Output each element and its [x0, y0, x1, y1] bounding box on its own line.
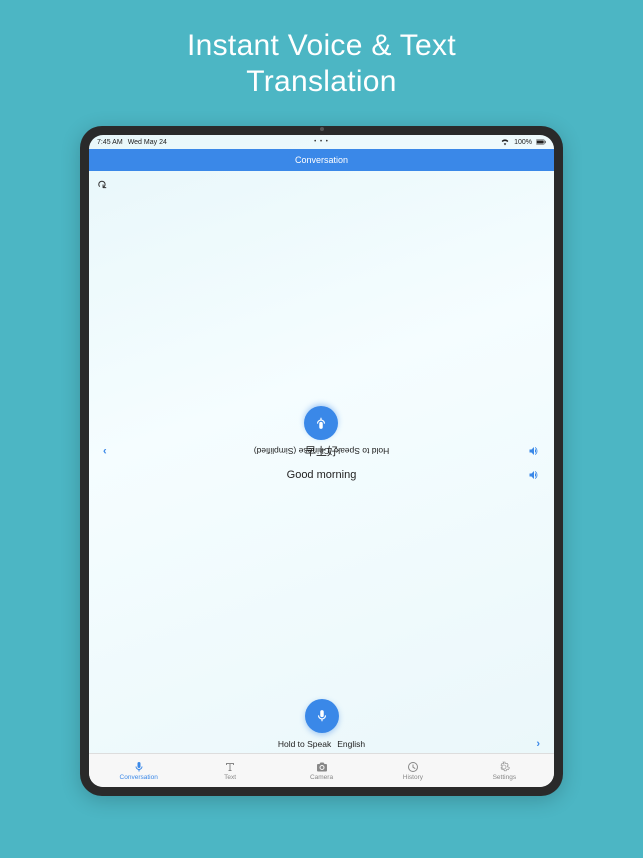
status-bar: 7:45 AM Wed May 24 • • • 100%: [89, 135, 554, 149]
headline-line2: Translation: [246, 65, 397, 98]
tab-text[interactable]: Text: [184, 761, 275, 781]
tab-label: Text: [224, 774, 236, 781]
battery-percent: 100%: [514, 139, 532, 146]
conversation-area: ↻ Hold to Speak Chinese (Simplified) › 早…: [89, 171, 554, 753]
tab-label: History: [403, 774, 423, 781]
text-icon: [224, 761, 236, 773]
bottom-speaker-panel: Hold to Speak English ›: [89, 462, 554, 753]
history-icon: [407, 761, 419, 773]
translated-text-row: 早上好: [103, 443, 540, 459]
status-left: 7:45 AM Wed May 24: [97, 139, 167, 146]
top-speaker-panel: Hold to Speak Chinese (Simplified) ›: [89, 171, 554, 462]
tab-history[interactable]: History: [367, 761, 458, 781]
bottom-language-selector[interactable]: Hold to Speak English ›: [89, 733, 554, 753]
nav-title: Conversation: [295, 155, 348, 165]
multitask-dots-icon: • • •: [314, 139, 329, 145]
tab-conversation[interactable]: Conversation: [93, 761, 184, 781]
app-screen: 7:45 AM Wed May 24 • • • 100% Conversati…: [89, 135, 554, 787]
battery-icon: [536, 138, 546, 146]
tab-label: Camera: [310, 774, 333, 781]
status-time: 7:45 AM: [97, 139, 123, 146]
tab-bar: Conversation Text Camera History Setting…: [89, 753, 554, 787]
tab-label: Conversation: [120, 774, 158, 781]
marketing-headline: Instant Voice & Text Translation: [187, 28, 456, 100]
navigation-bar: Conversation: [89, 149, 554, 171]
tab-settings[interactable]: Settings: [459, 761, 550, 781]
chevron-right-icon: ›: [536, 738, 540, 750]
translated-text: 早上好: [305, 443, 338, 459]
hold-to-speak-label: Hold to Speak: [278, 739, 331, 749]
bottom-mic-button[interactable]: [305, 699, 339, 733]
top-mic-button[interactable]: [305, 406, 339, 440]
mic-icon: [315, 709, 329, 723]
headline-line1: Instant Voice & Text: [187, 29, 456, 62]
tablet-device-frame: 7:45 AM Wed May 24 • • • 100% Conversati…: [80, 126, 563, 796]
tab-camera[interactable]: Camera: [276, 761, 367, 781]
gear-icon: [498, 761, 510, 773]
mic-icon: [315, 416, 329, 430]
bottom-language-name: English: [337, 739, 365, 749]
wifi-icon: [500, 138, 510, 146]
tab-label: Settings: [493, 774, 517, 781]
status-right: 100%: [500, 138, 546, 146]
mic-icon: [133, 761, 145, 773]
speaker-icon[interactable]: [528, 445, 540, 457]
camera-icon: [316, 761, 328, 773]
status-date: Wed May 24: [128, 139, 167, 146]
